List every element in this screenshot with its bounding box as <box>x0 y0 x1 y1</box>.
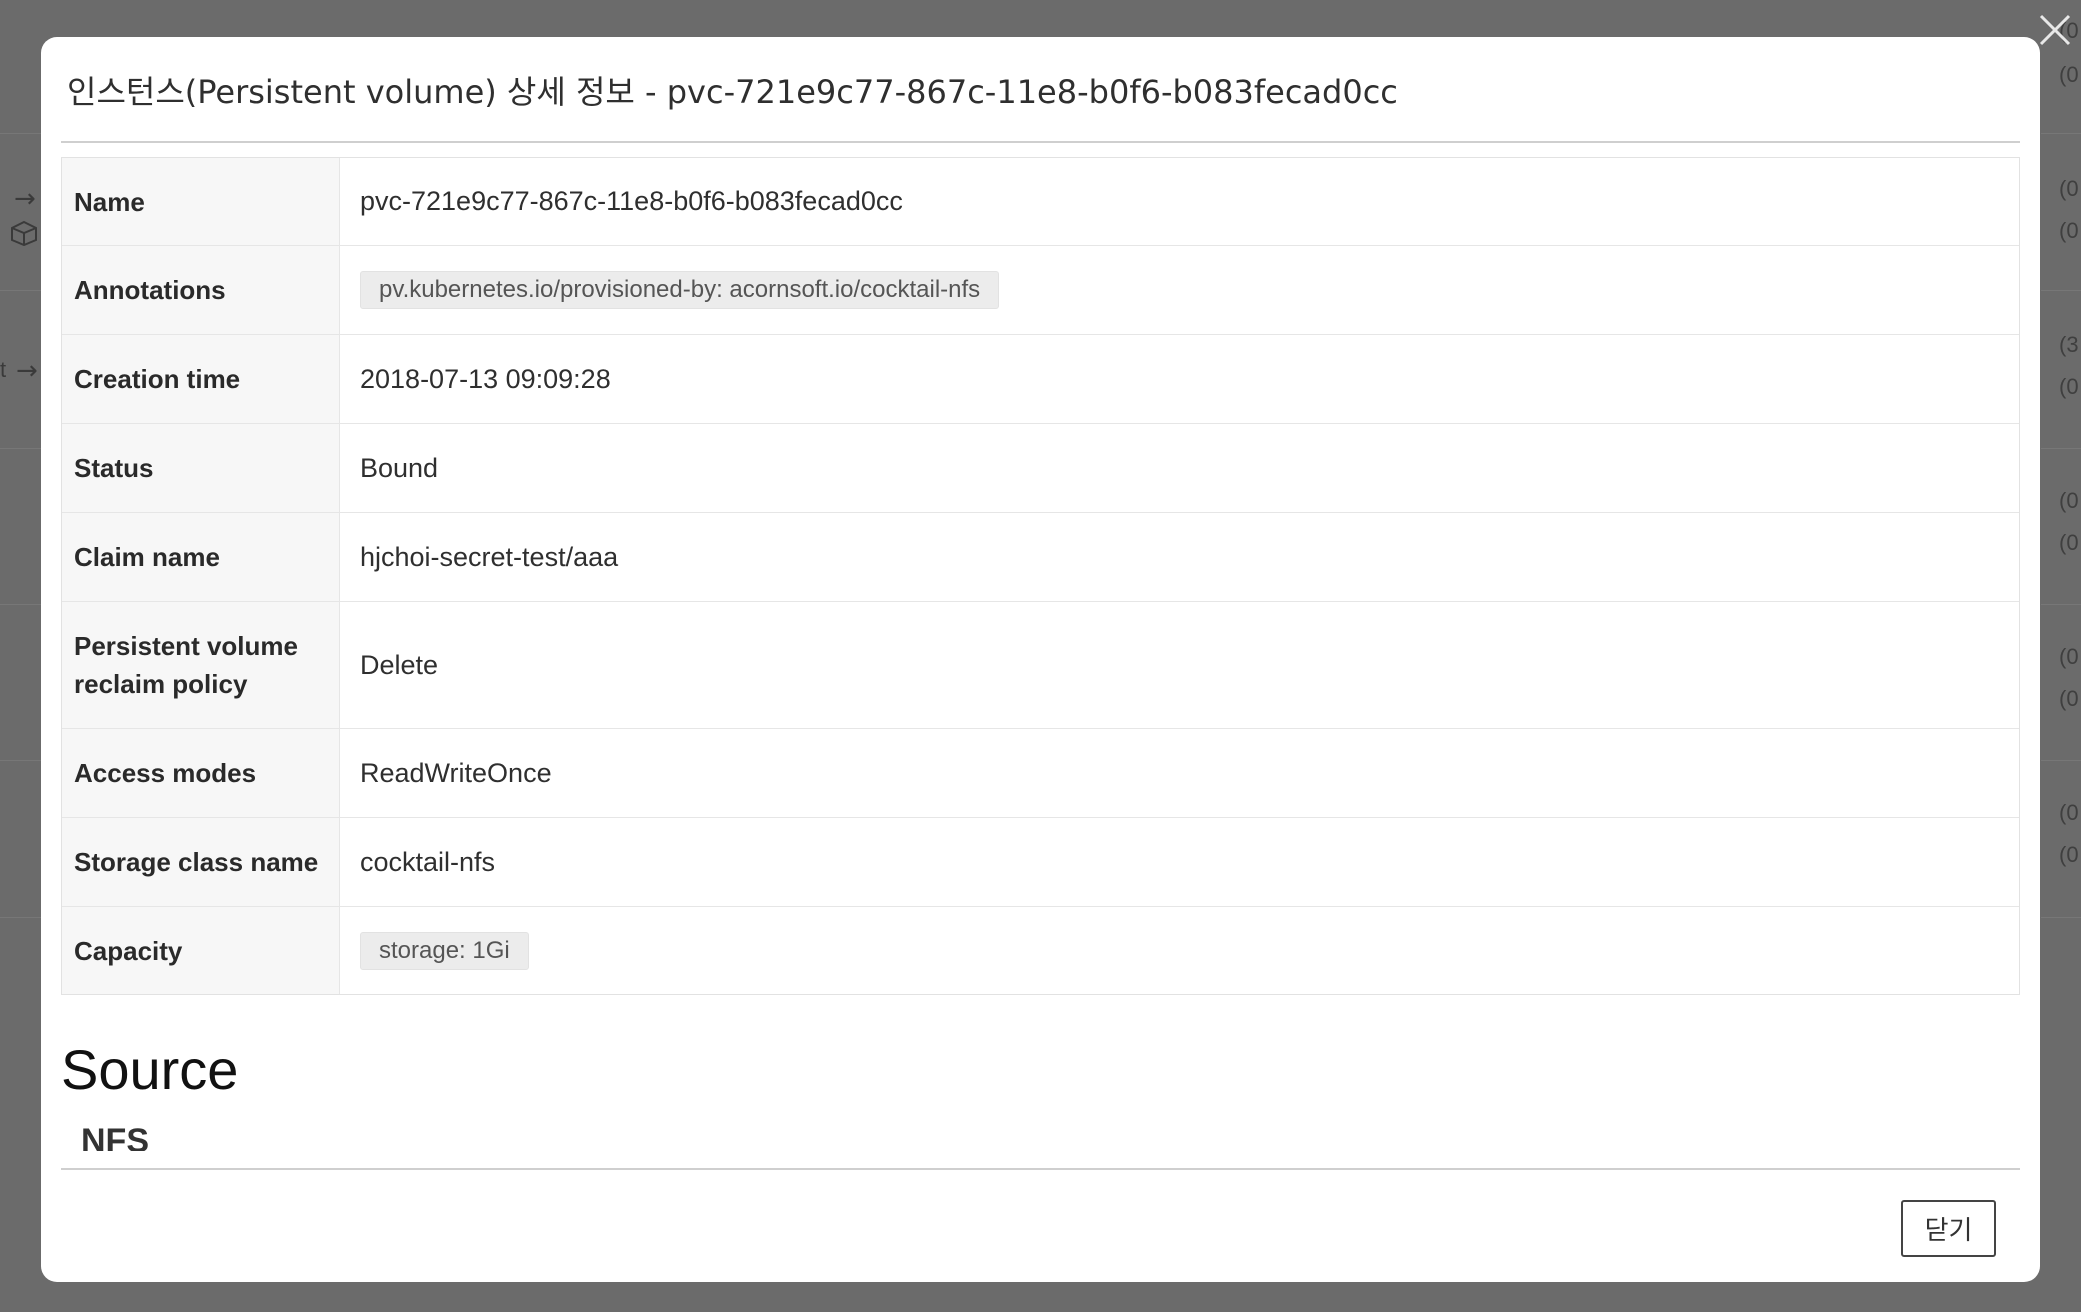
access-modes-value: ReadWriteOnce <box>360 757 552 788</box>
bg-right-fragment: (0 <box>2059 644 2079 669</box>
bg-right-fragment: (0 <box>2059 218 2079 243</box>
table-row: Status Bound <box>62 424 2019 513</box>
bg-divider <box>2041 760 2081 761</box>
row-label: Claim name <box>62 513 340 601</box>
row-label: Access modes <box>62 729 340 817</box>
row-label: Status <box>62 424 340 512</box>
annotation-tag: pv.kubernetes.io/provisioned-by: acornso… <box>360 271 1000 309</box>
table-row: Storage class name cocktail-nfs <box>62 818 2019 907</box>
close-icon[interactable] <box>2037 12 2073 48</box>
table-row: Name pvc-721e9c77-867c-11e8-b0f6-b083fec… <box>62 158 2019 246</box>
row-value: hjchoi-secret-test/aaa <box>340 513 2019 601</box>
bg-right-fragment: (0 <box>2059 842 2079 867</box>
bg-right-fragment: (3 <box>2059 332 2079 357</box>
bg-right-fragment: (0 <box>2059 530 2079 555</box>
row-label: Creation time <box>62 335 340 423</box>
row-label: Capacity <box>62 907 340 994</box>
bg-right-fragment: (0 <box>2059 800 2079 825</box>
bg-right-fragment: (0 <box>2059 488 2079 513</box>
status-value: Bound <box>360 452 439 483</box>
row-value: pv.kubernetes.io/provisioned-by: acornso… <box>340 246 2019 334</box>
table-row: Creation time 2018-07-13 09:09:28 <box>62 335 2019 424</box>
table-row: Persistent volume reclaim policy Delete <box>62 602 2019 729</box>
footer-divider <box>61 1168 2020 1170</box>
detail-table: Name pvc-721e9c77-867c-11e8-b0f6-b083fec… <box>61 157 2020 995</box>
row-value: Bound <box>340 424 2019 512</box>
table-row: Access modes ReadWriteOnce <box>62 729 2019 818</box>
bg-divider <box>2041 448 2081 449</box>
row-label: Storage class name <box>62 818 340 906</box>
table-row: Annotations pv.kubernetes.io/provisioned… <box>62 246 2019 335</box>
reclaim-policy-value: Delete <box>360 649 439 680</box>
table-row: Capacity storage: 1Gi <box>62 907 2019 994</box>
name-value: pvc-721e9c77-867c-11e8-b0f6-b083fecad0cc <box>360 186 903 216</box>
row-value: ReadWriteOnce <box>340 729 2019 817</box>
cube-icon <box>11 220 37 246</box>
storage-class-value: cocktail-nfs <box>360 846 496 877</box>
row-label: Name <box>62 158 340 245</box>
bg-divider <box>2041 604 2081 605</box>
bg-divider <box>2041 917 2081 918</box>
subsection-title: NFS <box>81 1122 149 1151</box>
arrow-right-icon: → <box>14 184 36 214</box>
row-value: Delete <box>340 602 2019 728</box>
bg-divider <box>2041 290 2081 291</box>
bg-text-fragment: t <box>0 357 7 382</box>
bg-divider <box>2041 133 2081 134</box>
table-row: Claim name hjchoi-secret-test/aaa <box>62 513 2019 602</box>
bg-right-fragment: (0 <box>2059 374 2079 399</box>
modal-title: 인스턴스(Persistent volume) 상세 정보 - pvc-721e… <box>67 73 1398 111</box>
bg-right-fragment: (0 <box>2059 176 2079 201</box>
row-value: storage: 1Gi <box>340 907 2019 994</box>
arrow-right-icon: → <box>16 356 38 386</box>
row-label: Persistent volume reclaim policy <box>62 602 340 728</box>
bg-right-fragment: (0 <box>2059 62 2079 87</box>
row-label: Annotations <box>62 246 340 334</box>
pv-detail-modal: 인스턴스(Persistent volume) 상세 정보 - pvc-721e… <box>41 37 2040 1282</box>
row-value: 2018-07-13 09:09:28 <box>340 335 2019 423</box>
claim-name-value: hjchoi-secret-test/aaa <box>360 541 619 572</box>
row-value: pvc-721e9c77-867c-11e8-b0f6-b083fecad0cc <box>340 158 2019 245</box>
row-value: cocktail-nfs <box>340 818 2019 906</box>
title-divider <box>61 141 2020 143</box>
creation-time-value: 2018-07-13 09:09:28 <box>360 363 611 394</box>
close-button[interactable]: 닫기 <box>1901 1200 1996 1257</box>
section-title: Source <box>61 1038 239 1101</box>
capacity-tag: storage: 1Gi <box>360 931 529 970</box>
bg-right-fragment: (0 <box>2059 686 2079 711</box>
